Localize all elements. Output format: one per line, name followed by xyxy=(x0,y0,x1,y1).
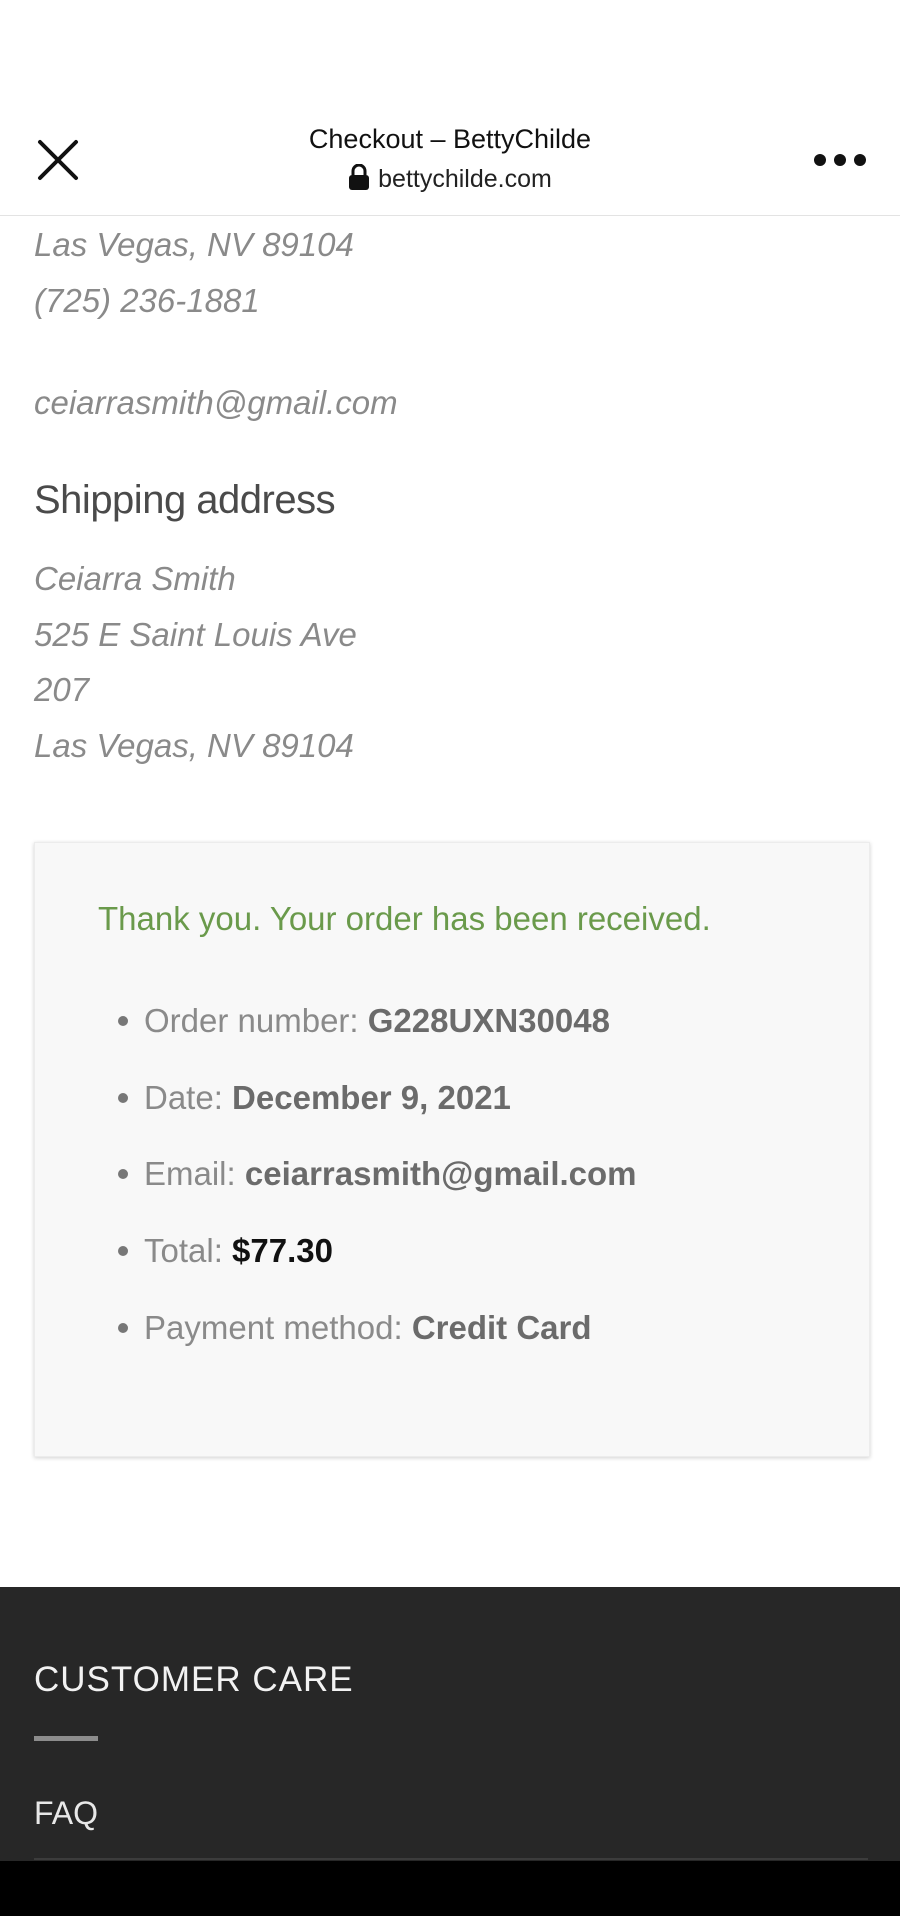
status-bar xyxy=(0,0,900,110)
customer-care-heading: CUSTOMER CARE xyxy=(34,1660,354,1699)
payment-method-item: Payment method: Credit Card xyxy=(118,1309,592,1347)
shipping-street: 525 E Saint Louis Ave xyxy=(34,616,357,653)
system-navigation-bar xyxy=(0,1861,900,1916)
bullet-icon xyxy=(118,1093,128,1104)
shipping-unit: 207 xyxy=(34,671,90,708)
lock-icon xyxy=(349,164,370,190)
site-footer xyxy=(0,1587,900,1861)
order-email-value: ceiarrasmith@gmail.com xyxy=(244,1155,637,1192)
billing-city-line: Las Vegas, NV 89104 xyxy=(34,226,354,263)
order-email-item: Email: ceiarrasmith@gmail.com xyxy=(118,1155,637,1193)
order-total-value: $77.30 xyxy=(232,1232,333,1269)
shipping-city-line: Las Vegas, NV 89104 xyxy=(34,727,354,764)
order-date-value: December 9, 2021 xyxy=(232,1079,511,1116)
order-total-item: Total: $77.30 xyxy=(118,1232,333,1270)
page-title: Checkout – BettyChilde xyxy=(308,124,592,154)
more-options-button[interactable] xyxy=(810,140,870,180)
footer-link-faq[interactable]: FAQ xyxy=(34,1795,98,1832)
order-number-label: Order number: xyxy=(144,1002,359,1039)
order-thank-you-message: Thank you. Your order has been received. xyxy=(98,900,711,937)
order-number-value: G228UXN30048 xyxy=(367,1002,610,1039)
shipping-name: Ceiarra Smith xyxy=(34,560,236,597)
footer-divider xyxy=(34,1858,868,1860)
order-number-item: Order number: G228UXN30048 xyxy=(118,1002,610,1040)
billing-email: ceiarrasmith@gmail.com xyxy=(34,384,398,421)
order-total-label: Total: xyxy=(144,1232,223,1269)
bullet-icon xyxy=(118,1169,128,1180)
order-date-label: Date: xyxy=(144,1079,223,1116)
url-text: bettychilde.com xyxy=(378,165,552,193)
shipping-address-heading: Shipping address xyxy=(34,478,336,522)
more-horizontal-icon xyxy=(814,154,866,166)
bullet-icon xyxy=(118,1323,128,1334)
payment-method-value: Credit Card xyxy=(411,1309,592,1346)
url-display[interactable]: bettychilde.com xyxy=(0,164,900,194)
billing-phone: (725) 236-1881 xyxy=(34,282,260,319)
footer-heading-underline xyxy=(34,1736,98,1741)
bullet-icon xyxy=(118,1246,128,1257)
bullet-icon xyxy=(118,1016,128,1027)
order-date-item: Date: December 9, 2021 xyxy=(118,1079,511,1117)
order-email-label: Email: xyxy=(144,1155,236,1192)
payment-method-label: Payment method: xyxy=(144,1309,403,1346)
